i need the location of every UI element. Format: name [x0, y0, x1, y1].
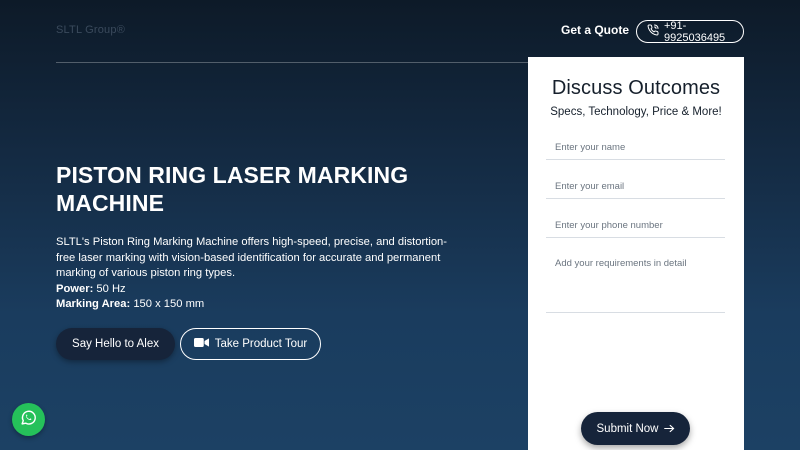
email-field[interactable]: [546, 175, 725, 199]
page-title: PISTON RING LASER MARKING MACHINE: [56, 162, 409, 216]
logo[interactable]: SLTL Group®: [56, 24, 125, 36]
whatsapp-button[interactable]: [12, 403, 45, 436]
whatsapp-icon: [20, 409, 37, 431]
submit-label: Submit Now: [596, 422, 659, 435]
product-tour-label: Take Product Tour: [214, 338, 308, 350]
spec-label: Power:: [56, 282, 94, 295]
requirements-field[interactable]: [546, 252, 725, 313]
spec-label: Marking Area:: [56, 298, 131, 311]
form-subtitle: Specs, Technology, Price & More!: [550, 106, 722, 118]
phone-button[interactable]: +91-9925036495: [636, 19, 744, 44]
arrow-right-icon: [663, 422, 675, 436]
phone-icon: [647, 24, 659, 39]
phone-number: +91-9925036495: [664, 19, 726, 44]
spec-marking-area: Marking Area: 150 x 150 mm: [56, 297, 456, 313]
product-tour-button[interactable]: Take Product Tour: [180, 328, 321, 360]
say-hello-button[interactable]: Say Hello to Alex: [56, 328, 175, 360]
spec-power: Power: 50 Hz: [56, 282, 456, 298]
header-divider: [56, 62, 528, 63]
phone-field[interactable]: [546, 214, 725, 238]
form-title: Discuss Outcomes: [551, 77, 721, 99]
spec-value: 50 Hz: [96, 282, 126, 295]
hero-description: SLTL's Piston Ring Marking Machine offer…: [56, 236, 447, 280]
get-a-quote-link[interactable]: Get a Quote: [561, 23, 629, 37]
submit-button[interactable]: Submit Now: [581, 412, 690, 445]
name-field[interactable]: [546, 136, 725, 160]
hero-section: PISTON RING LASER MARKING MACHINE SLTL's…: [56, 161, 456, 313]
contact-form-card: Discuss Outcomes Specs, Technology, Pric…: [528, 57, 744, 450]
video-camera-icon: [193, 337, 209, 351]
spec-value: 150 x 150 mm: [133, 298, 205, 311]
